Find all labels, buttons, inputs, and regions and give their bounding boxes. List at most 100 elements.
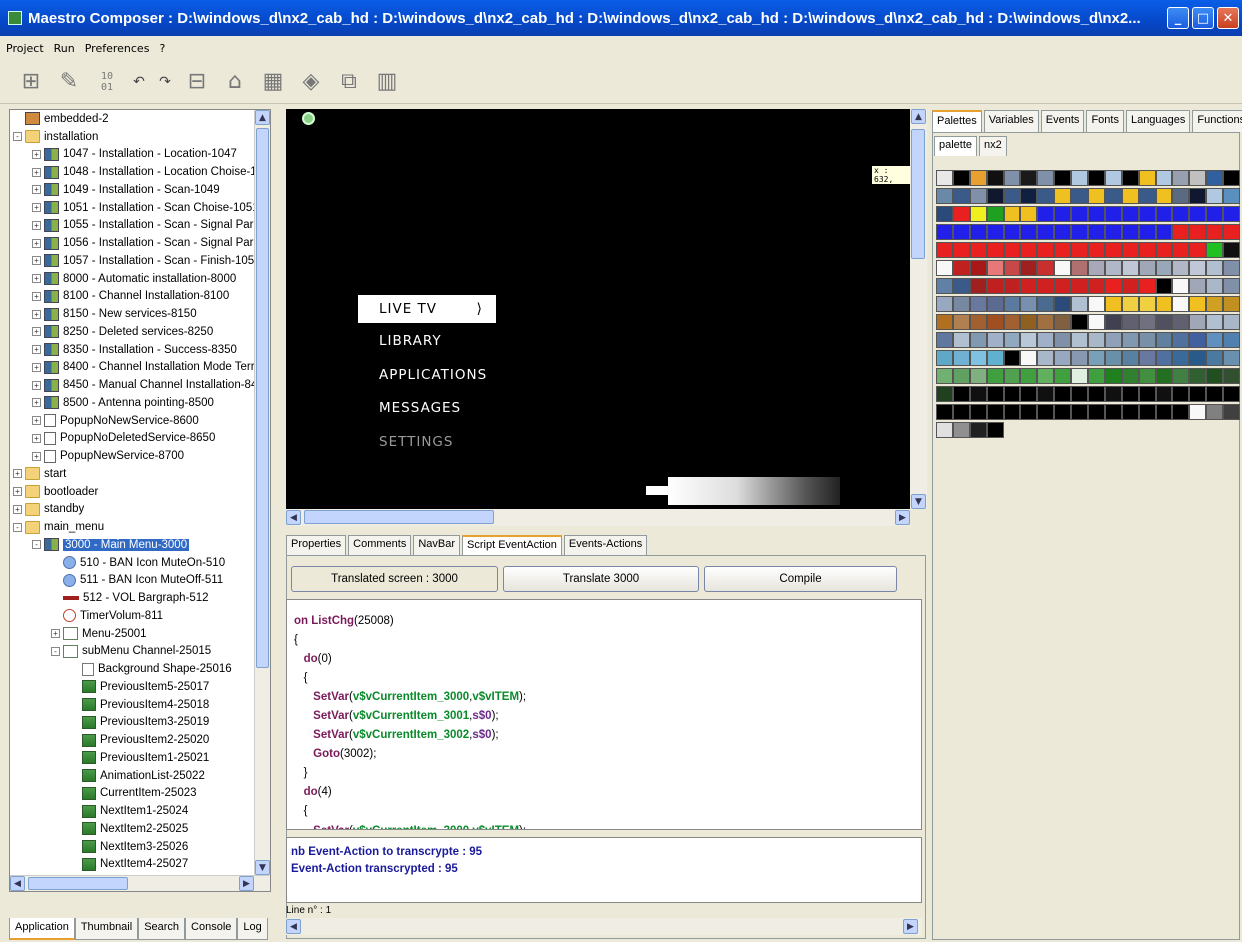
color-swatch[interactable]	[1020, 368, 1038, 384]
color-swatch[interactable]	[1071, 188, 1089, 204]
tree-item[interactable]: +8500 - Antenna pointing-8500	[10, 394, 270, 412]
minimize-button[interactable]: _	[1167, 7, 1189, 29]
color-swatch[interactable]	[1020, 278, 1038, 294]
tree-item[interactable]: +1047 - Installation - Location-1047	[10, 146, 270, 164]
color-swatch[interactable]	[1155, 404, 1173, 420]
tree-item[interactable]: - main_menu	[10, 518, 270, 536]
tree-item[interactable]: +8400 - Channel Installation Mode Terres	[10, 359, 270, 377]
color-swatch[interactable]	[1020, 224, 1038, 240]
expand-icon[interactable]: +	[13, 469, 22, 479]
color-swatch[interactable]	[952, 422, 970, 438]
tree-item[interactable]: CurrentItem-25023	[10, 785, 270, 803]
color-swatch[interactable]	[1054, 386, 1072, 402]
color-swatch[interactable]	[1121, 242, 1139, 258]
scroll-thumb[interactable]	[304, 510, 494, 524]
edit-icon[interactable]: ✎	[52, 65, 86, 99]
color-swatch[interactable]	[1054, 242, 1072, 258]
color-swatch[interactable]	[1189, 206, 1207, 222]
menu-item-settings[interactable]: SETTINGS	[379, 434, 453, 450]
color-swatch[interactable]	[1104, 314, 1122, 330]
color-swatch[interactable]	[986, 188, 1004, 204]
scroll-up-icon[interactable]: ▲	[911, 109, 926, 124]
color-swatch[interactable]	[1020, 296, 1038, 312]
color-swatch[interactable]	[952, 224, 970, 240]
compile-button[interactable]: Compile	[704, 566, 897, 592]
color-swatch[interactable]	[952, 314, 970, 330]
translate-button[interactable]: Translate 3000	[503, 566, 699, 592]
scroll-up-icon[interactable]: ▲	[255, 110, 270, 125]
tab-palettes[interactable]: Palettes	[932, 110, 982, 132]
color-swatch[interactable]	[1071, 260, 1089, 276]
collapse-icon[interactable]: -	[51, 646, 60, 656]
color-swatch[interactable]	[936, 368, 953, 384]
tree-item[interactable]: PreviousItem1-25021	[10, 749, 270, 767]
editor-horizontal-scrollbar[interactable]: ◀ ▶	[286, 918, 922, 935]
color-swatch[interactable]	[1206, 278, 1224, 294]
color-swatch[interactable]	[969, 332, 987, 348]
color-swatch[interactable]	[1172, 314, 1190, 330]
tab-functions[interactable]: Functions	[1192, 110, 1242, 132]
color-swatch[interactable]	[1121, 260, 1139, 276]
tree-item[interactable]: + start	[10, 465, 270, 483]
color-swatch[interactable]	[969, 386, 987, 402]
color-swatch[interactable]	[1020, 188, 1038, 204]
color-swatch[interactable]	[1155, 350, 1173, 366]
color-swatch[interactable]	[1104, 242, 1122, 258]
color-swatch[interactable]	[1020, 170, 1038, 186]
color-swatch[interactable]	[1003, 278, 1021, 294]
expand-icon[interactable]: +	[32, 238, 41, 248]
color-swatch[interactable]	[1104, 278, 1122, 294]
color-swatch[interactable]	[1071, 404, 1089, 420]
color-swatch[interactable]	[1155, 332, 1173, 348]
tree-item[interactable]: +8250 - Deleted services-8250	[10, 323, 270, 341]
color-swatch[interactable]	[986, 278, 1004, 294]
script-editor[interactable]: on ListChg (25008){ do (0) { SetVar(v$vCur…	[286, 599, 922, 830]
color-swatch[interactable]	[1189, 404, 1207, 420]
color-swatch[interactable]	[1206, 386, 1224, 402]
tree-item[interactable]: +1056 - Installation - Scan - Signal Par…	[10, 234, 270, 252]
color-swatch[interactable]	[952, 350, 970, 366]
color-swatch[interactable]	[1020, 332, 1038, 348]
color-swatch[interactable]	[1088, 314, 1105, 330]
tab-log[interactable]: Log	[237, 918, 268, 940]
color-swatch[interactable]	[952, 278, 970, 294]
expand-icon[interactable]: +	[32, 362, 41, 372]
color-swatch[interactable]	[1037, 224, 1055, 240]
tree-item[interactable]: +1057 - Installation - Scan - Finish-105…	[10, 252, 270, 270]
color-swatch[interactable]	[1088, 332, 1105, 348]
color-swatch[interactable]	[969, 404, 987, 420]
tab-search[interactable]: Search	[138, 918, 186, 940]
color-swatch[interactable]	[1037, 170, 1055, 186]
color-swatch[interactable]	[986, 422, 1004, 438]
scroll-left-icon[interactable]: ◀	[286, 510, 301, 525]
tree-horizontal-scrollbar[interactable]: ◀ ▶	[10, 875, 270, 891]
chart-icon[interactable]: ▥	[370, 65, 404, 99]
color-swatch[interactable]	[1088, 350, 1105, 366]
color-swatch[interactable]	[1104, 188, 1122, 204]
color-swatch[interactable]	[1071, 224, 1089, 240]
preview-horizontal-scrollbar[interactable]: ◀ ▶	[286, 509, 910, 526]
color-swatch[interactable]	[1206, 404, 1224, 420]
color-swatch[interactable]	[1155, 278, 1173, 294]
color-swatch[interactable]	[969, 278, 987, 294]
color-swatch[interactable]	[936, 314, 953, 330]
tab-events[interactable]: Events	[1040, 110, 1085, 132]
color-swatch[interactable]	[1206, 242, 1224, 258]
color-swatch[interactable]	[1054, 404, 1072, 420]
color-swatch[interactable]	[952, 188, 970, 204]
color-swatch[interactable]	[1138, 278, 1156, 294]
color-swatch[interactable]	[952, 386, 970, 402]
color-swatch[interactable]	[1138, 332, 1156, 348]
color-swatch[interactable]	[1172, 224, 1190, 240]
color-swatch[interactable]	[1020, 404, 1038, 420]
scroll-right-icon[interactable]: ▶	[895, 510, 910, 525]
tree-item[interactable]: PreviousItem3-25019	[10, 714, 270, 732]
color-swatch[interactable]	[1172, 332, 1190, 348]
color-swatch[interactable]	[1172, 296, 1190, 312]
color-swatch[interactable]	[952, 206, 970, 222]
color-swatch[interactable]	[969, 314, 987, 330]
color-swatch[interactable]	[1155, 170, 1173, 186]
collapse-icon[interactable]: -	[32, 540, 41, 550]
tree-item[interactable]: + Menu-25001	[10, 625, 270, 643]
color-swatch[interactable]	[952, 260, 970, 276]
